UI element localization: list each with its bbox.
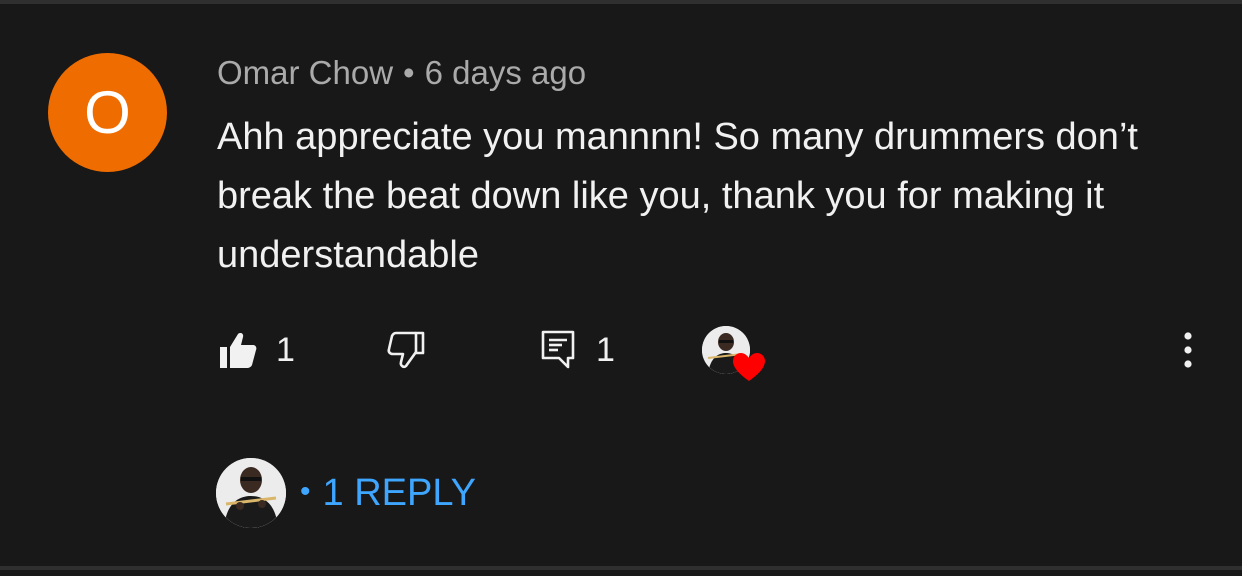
replies-link[interactable]: • 1 REPLY bbox=[300, 472, 476, 515]
comment-time[interactable]: 6 days ago bbox=[425, 54, 586, 91]
comment-card: O Omar Chow • 6 days ago Ahh appreciate yo… bbox=[0, 0, 1242, 576]
view-replies-button[interactable]: • 1 REPLY bbox=[216, 458, 476, 528]
creator-heart-badge bbox=[702, 326, 768, 382]
thumbs-down-icon bbox=[387, 331, 425, 369]
replies-label: 1 REPLY bbox=[322, 471, 476, 514]
thumbs-up-icon bbox=[220, 333, 257, 368]
like-button[interactable]: 1 bbox=[218, 328, 295, 372]
top-divider bbox=[0, 0, 1242, 4]
reply-count: 1 bbox=[596, 330, 615, 369]
more-options-button[interactable] bbox=[1172, 330, 1204, 370]
author-name[interactable]: Omar Chow bbox=[217, 54, 393, 91]
bottom-divider bbox=[0, 566, 1242, 570]
reply-button[interactable]: 1 bbox=[540, 328, 615, 372]
meta-separator: • bbox=[403, 54, 415, 91]
dislike-button[interactable] bbox=[386, 330, 426, 370]
author-avatar[interactable]: O bbox=[48, 53, 167, 172]
reply-icon bbox=[541, 330, 575, 369]
creator-avatar bbox=[216, 458, 286, 528]
more-vertical-icon bbox=[1184, 332, 1192, 368]
heart-icon bbox=[733, 353, 765, 381]
comment-meta: Omar Chow • 6 days ago bbox=[217, 54, 586, 92]
replies-separator: • bbox=[300, 474, 311, 508]
like-count: 1 bbox=[276, 330, 295, 369]
comment-text: Ahh appreciate you mannnn! So many drumm… bbox=[217, 116, 1138, 276]
